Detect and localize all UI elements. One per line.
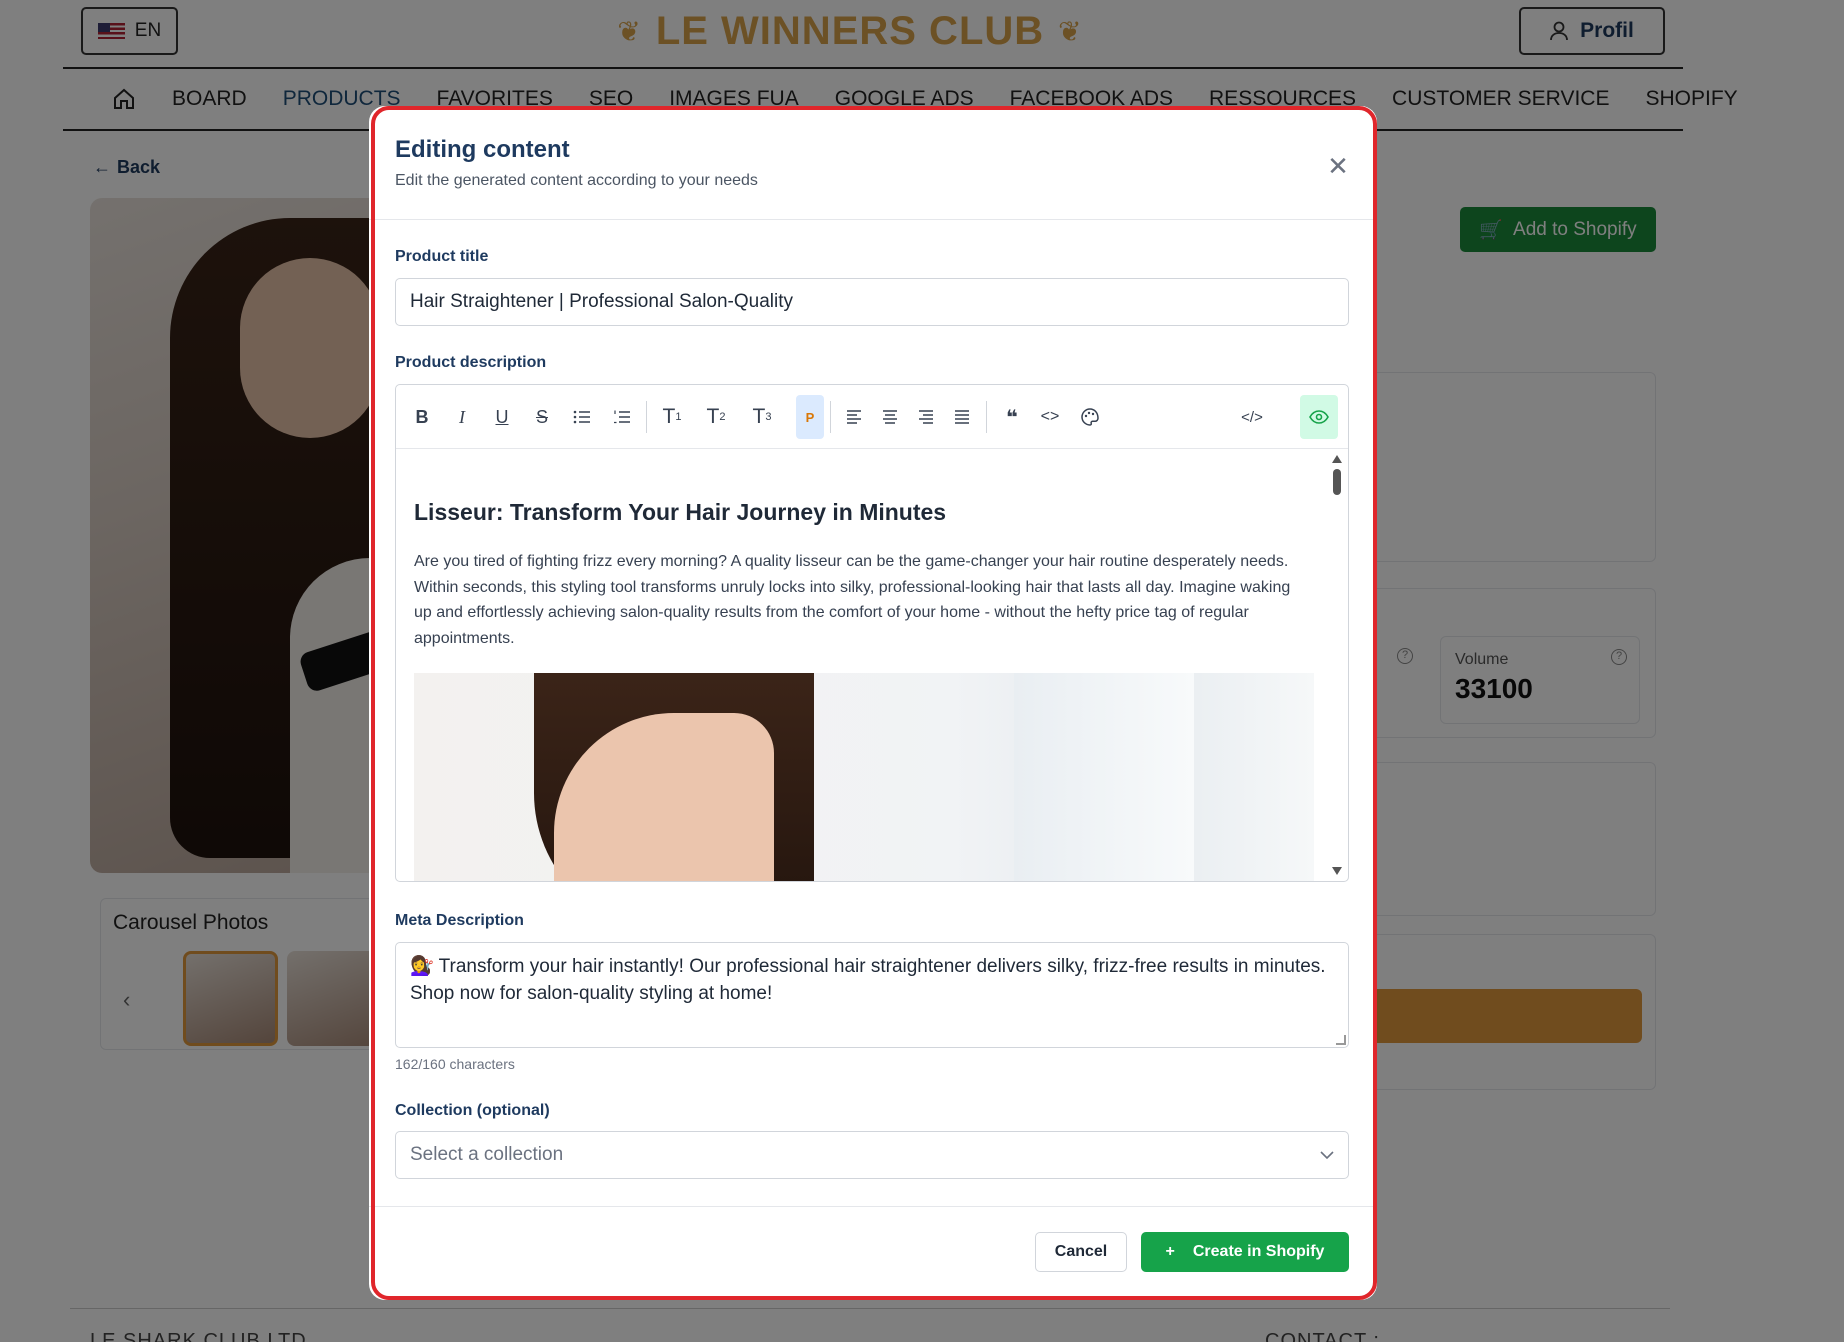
product-title-value: Hair Straightener | Professional Salon-Q… <box>410 291 794 312</box>
align-justify-icon <box>955 410 969 424</box>
heading-3-button[interactable]: T3 <box>748 403 776 431</box>
underline-button[interactable]: U <box>488 403 516 431</box>
code-icon: <> <box>1040 408 1060 425</box>
blockquote-button[interactable]: ❝ <box>998 403 1026 431</box>
cancel-button[interactable]: Cancel <box>1035 1232 1127 1272</box>
modal-footer: Cancel + Create in Shopify <box>369 1206 1377 1300</box>
ordered-list-icon <box>614 410 630 424</box>
plus-icon: + <box>1165 1243 1175 1260</box>
resize-handle-icon[interactable] <box>1336 1035 1346 1045</box>
scroll-thumb[interactable] <box>1333 469 1341 495</box>
toolbar-divider <box>830 401 831 433</box>
quote-icon: ❝ <box>1006 406 1018 429</box>
meta-description-textarea[interactable]: 💇‍♀️ Transform your hair instantly! Our … <box>395 942 1349 1048</box>
meta-description-value: 💇‍♀️ Transform your hair instantly! Our … <box>410 956 1326 1004</box>
character-count: 162/160 characters <box>395 1056 515 1072</box>
align-center-button[interactable] <box>876 403 904 431</box>
description-heading: Lisseur: Transform Your Hair Journey in … <box>414 499 947 525</box>
bold-button[interactable]: B <box>408 403 436 431</box>
eye-icon <box>1309 410 1329 424</box>
align-right-button[interactable] <box>912 403 940 431</box>
create-in-shopify-label: Create in Shopify <box>1192 1243 1325 1260</box>
toolbar-divider <box>986 401 987 433</box>
align-right-icon <box>919 410 933 424</box>
ordered-list-button[interactable] <box>608 403 636 431</box>
color-picker-button[interactable] <box>1076 403 1104 431</box>
collection-placeholder: Select a collection <box>410 1144 564 1165</box>
meta-description-label: Meta Description <box>395 912 524 929</box>
preview-toggle-button[interactable] <box>1300 395 1338 439</box>
palette-icon <box>1081 408 1099 426</box>
heading-1-button[interactable]: T1 <box>658 403 686 431</box>
strikethrough-button[interactable]: S <box>528 403 556 431</box>
product-description-label: Product description <box>395 354 547 371</box>
source-code-button[interactable]: </> <box>1238 403 1266 431</box>
description-paragraph: Are you tired of fighting frizz every mo… <box>414 553 1291 647</box>
toolbar-divider <box>646 401 647 433</box>
collection-label: Collection (optional) <box>395 1102 550 1119</box>
modal-subtitle: Edit the generated content according to … <box>395 172 758 189</box>
italic-button[interactable]: I <box>448 403 476 431</box>
product-title-label: Product title <box>395 248 489 265</box>
close-icon[interactable]: ✕ <box>1324 151 1352 181</box>
product-title-input[interactable]: Hair Straightener | Professional Salon-Q… <box>395 278 1349 326</box>
align-justify-button[interactable] <box>948 403 976 431</box>
create-in-shopify-button[interactable]: + Create in Shopify <box>1141 1232 1349 1272</box>
heading-2-button[interactable]: T2 <box>702 403 730 431</box>
align-left-icon <box>847 410 861 424</box>
paragraph-button[interactable]: P <box>796 395 824 439</box>
code-inline-button[interactable]: <> <box>1036 403 1064 431</box>
editor-content[interactable]: Lisseur: Transform Your Hair Journey in … <box>396 449 1348 881</box>
editing-content-modal: Editing content Edit the generated conte… <box>369 106 1377 1300</box>
scroll-down-arrow-icon[interactable] <box>1332 867 1342 875</box>
modal-title: Editing content <box>395 136 570 163</box>
align-left-button[interactable] <box>840 403 868 431</box>
editor-scrollbar[interactable] <box>1328 449 1348 881</box>
rich-text-editor: B I U S T1 T2 T3 P ❝ <> </> Lisseur: Tra… <box>395 384 1349 882</box>
description-image <box>414 673 1314 881</box>
modal-header: Editing content Edit the generated conte… <box>369 106 1377 220</box>
collection-select[interactable]: Select a collection <box>395 1131 1349 1179</box>
chevron-down-icon <box>1320 1151 1334 1159</box>
align-center-icon <box>883 410 897 424</box>
editor-toolbar: B I U S T1 T2 T3 P ❝ <> </> <box>396 385 1348 449</box>
bullet-list-icon <box>573 410 590 424</box>
scroll-up-arrow-icon[interactable] <box>1332 455 1342 463</box>
bullet-list-button[interactable] <box>568 403 596 431</box>
